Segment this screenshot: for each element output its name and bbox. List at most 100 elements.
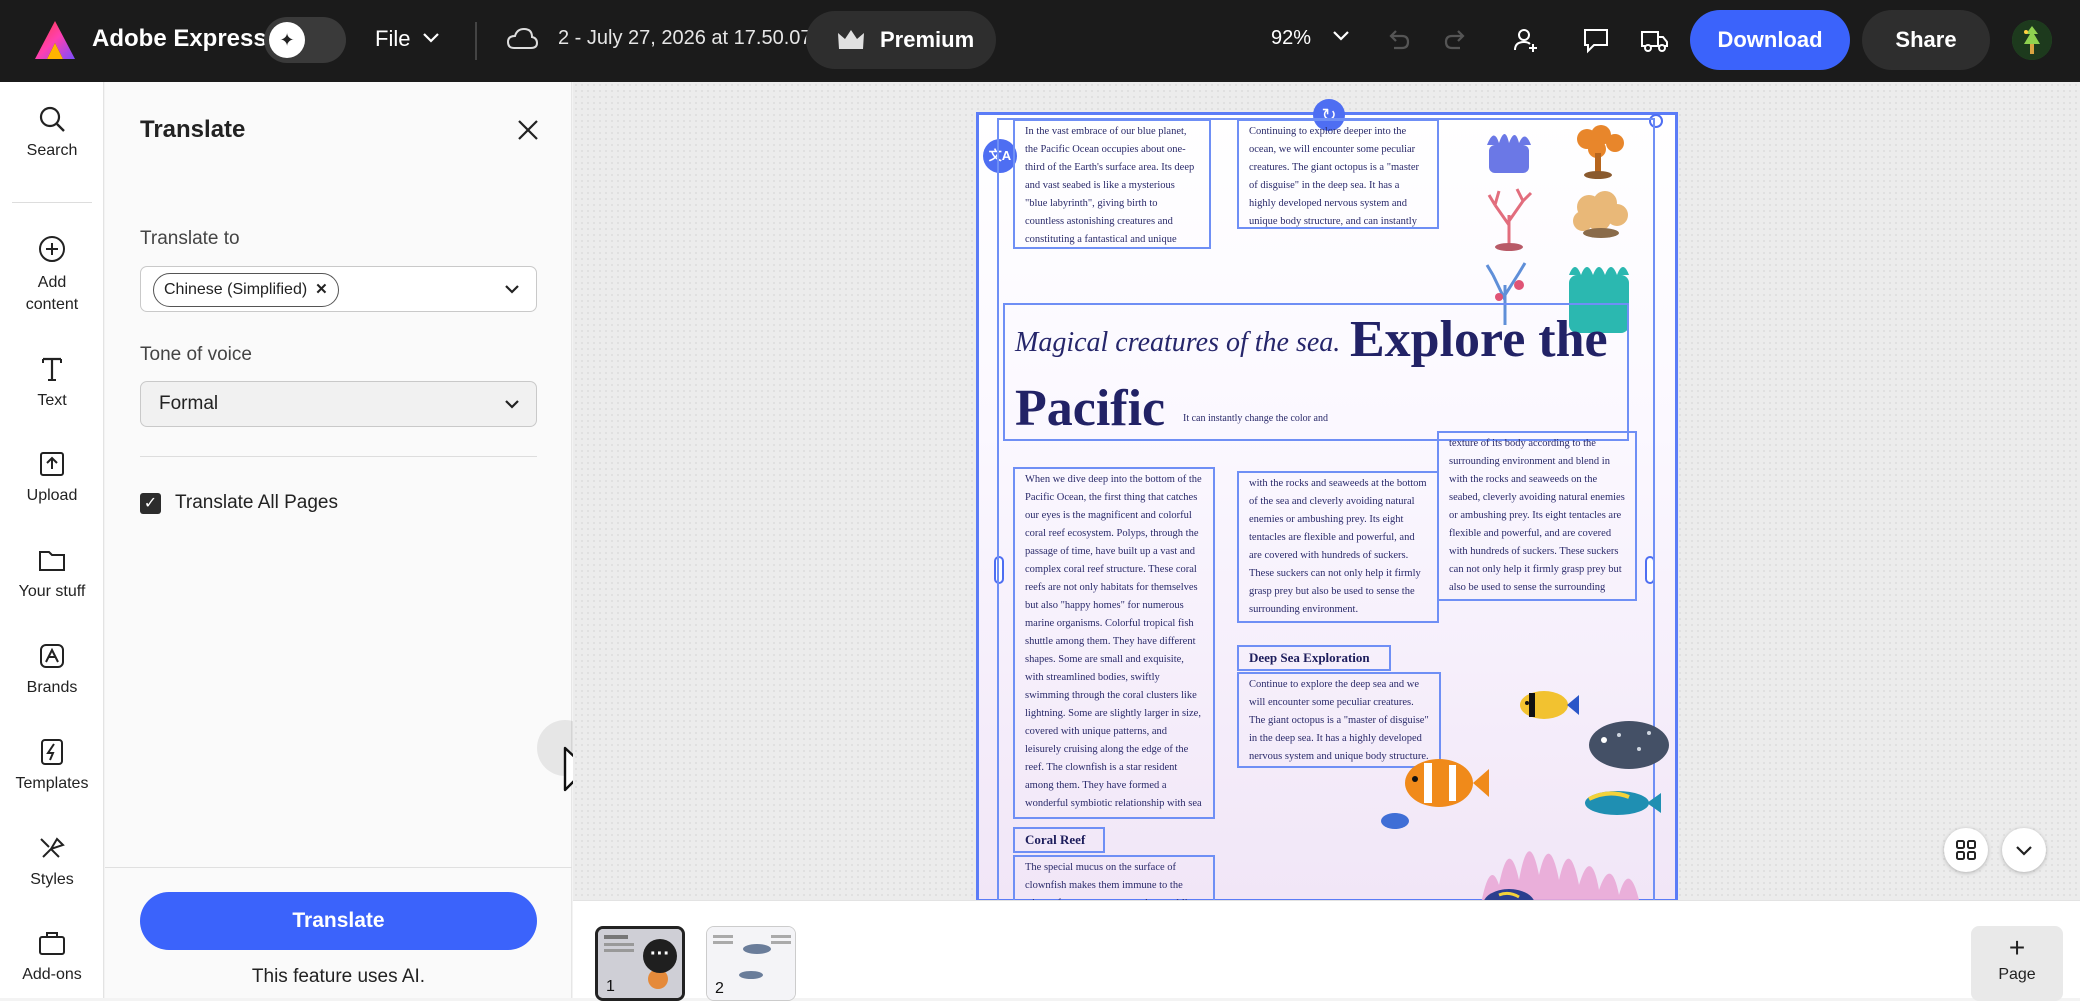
deep-sea-heading[interactable]: Deep Sea Exploration [1237,645,1391,671]
translate-all-checkbox[interactable]: ✓ [140,493,161,514]
page-number: 1 [606,978,615,995]
document-page[interactable]: ↻ 文A In the vast embrace of our blue pla… [976,99,1679,900]
premium-label: Premium [880,27,975,52]
rail-item-add-content[interactable]: Add content [0,234,104,316]
rail-label: Text [37,392,67,409]
rail-item-styles[interactable]: Styles [0,833,104,889]
cloud-icon[interactable] [505,22,539,56]
zoom-chevron-down-icon[interactable] [1330,24,1352,46]
hero-title-line1[interactable]: Explore the [1350,310,1608,369]
schedule-publish-icon[interactable] [1636,22,1672,58]
collapse-pages-button[interactable] [2002,828,2046,872]
tone-of-voice-label: Tone of voice [140,344,252,365]
folder-icon [39,551,65,571]
tone-select[interactable]: Formal [140,381,537,427]
rail-item-search[interactable]: Search [0,104,104,160]
hero-text-box[interactable]: Magical creatures of the sea. Explore th… [1003,303,1629,441]
translate-all-label[interactable]: Translate All Pages [175,492,338,514]
adobe-express-logo-icon[interactable] [33,19,77,61]
add-page-button[interactable]: + Page [1971,926,2063,1001]
chevron-down-icon [2016,846,2032,856]
close-icon[interactable] [510,112,546,148]
ai-assistant-toggle[interactable]: ✦ [264,17,346,63]
brand-icon [40,644,64,668]
download-button[interactable]: Download [1690,10,1850,70]
rail-label: Your stuff [18,583,86,600]
avatar[interactable] [2012,20,2052,60]
ai-notice: This feature uses AI. [251,966,426,987]
divider [12,202,92,203]
top-bar: Adobe Express ✦ File 2 - July 27, 2026 a… [0,0,2080,82]
redo-icon[interactable] [1438,22,1474,58]
text-block[interactable]: In the vast embrace of our blue planet, … [1013,119,1211,249]
share-button[interactable]: Share [1862,10,1990,70]
styles-icon [40,837,65,858]
left-rail: Search Add content Text Upload Your stuf… [0,82,104,998]
page-number: 2 [715,980,724,997]
text-block[interactable]: When we dive deep into the bottom of the… [1013,467,1215,819]
add-page-label: Page [1998,966,2036,983]
rail-item-your-stuff[interactable]: Your stuff [0,545,104,601]
text-block[interactable]: texture of its body according to the sur… [1437,431,1637,601]
document-name[interactable]: 2 - July 27, 2026 at 17.50.07 [558,27,812,50]
rail-label: Upload [26,487,78,504]
rail-item-text[interactable]: Text [0,354,104,410]
addons-icon [39,932,65,955]
translate-panel: Translate Translate to Chinese (Simplifi… [105,82,598,998]
rail-item-brands[interactable]: Brands [0,641,104,697]
language-chip-label: Chinese (Simplified) [164,281,308,298]
canvas-area[interactable]: ↻ 文A In the vast embrace of our blue pla… [573,82,2080,900]
coral-reef-heading[interactable]: Coral Reef [1013,827,1105,853]
templates-icon [41,739,63,765]
page-thumbnail-2[interactable]: 2 [706,926,796,1001]
rail-item-templates[interactable]: Templates [0,737,104,793]
translate-button[interactable]: Translate [140,892,537,950]
rail-label: Add content [25,274,79,313]
app-title: Adobe Express [92,25,267,52]
comment-icon[interactable] [1578,22,1614,58]
invite-user-icon[interactable] [1508,22,1544,58]
upload-icon [40,452,64,476]
language-chip[interactable]: Chinese (Simplified) ✕ [153,273,339,307]
rail-label: Brands [26,679,78,696]
text-block[interactable]: The special mucus on the surface of clow… [1013,855,1215,900]
rail-item-upload[interactable]: Upload [0,449,104,505]
rail-label: Add-ons [22,966,82,983]
tone-value: Formal [159,393,219,414]
divider [140,456,537,457]
text-block[interactable]: Continuing to explore deeper into the oc… [1237,119,1439,229]
plus-icon: + [2008,932,2026,963]
translate-to-label: Translate to [140,228,240,249]
chevron-down-icon[interactable] [502,394,522,414]
more-options-icon[interactable]: ··· [643,939,677,973]
page-strip: ··· 1 2 + Page [573,900,2080,1001]
divider [475,22,477,60]
rail-label: Styles [30,871,74,888]
rail-label: Search [26,142,78,159]
remove-chip-icon[interactable]: ✕ [315,274,328,306]
chevron-down-icon[interactable] [502,279,522,299]
hero-subtitle[interactable]: Magical creatures of the sea. [1015,327,1340,359]
hero-title-line2[interactable]: Pacific [1015,379,1165,438]
grid-icon [1956,840,1976,860]
grid-view-button[interactable] [1944,828,1988,872]
rail-item-add-ons[interactable]: Add-ons [0,928,104,984]
file-menu-button[interactable]: File [375,26,410,52]
language-select[interactable]: Chinese (Simplified) ✕ [140,266,537,312]
hero-note[interactable]: It can instantly change the color and [1183,413,1328,424]
reef-fish-illustration[interactable] [1379,685,1679,900]
text-block[interactable]: with the rocks and seaweeds at the botto… [1237,471,1439,623]
divider [105,867,572,868]
rail-label: Templates [15,775,89,792]
undo-icon[interactable] [1380,22,1416,58]
sparkle-icon: ✦ [269,22,305,58]
text-icon [42,357,62,381]
zoom-level[interactable]: 92% [1271,27,1311,50]
page-thumbnail-1[interactable]: ··· 1 [595,926,685,1001]
crown-icon [838,30,864,49]
chevron-down-icon[interactable] [420,26,442,48]
premium-button[interactable]: Premium [806,11,996,69]
panel-title: Translate [140,116,246,143]
add-circle-icon [39,236,65,262]
search-icon [39,106,65,132]
